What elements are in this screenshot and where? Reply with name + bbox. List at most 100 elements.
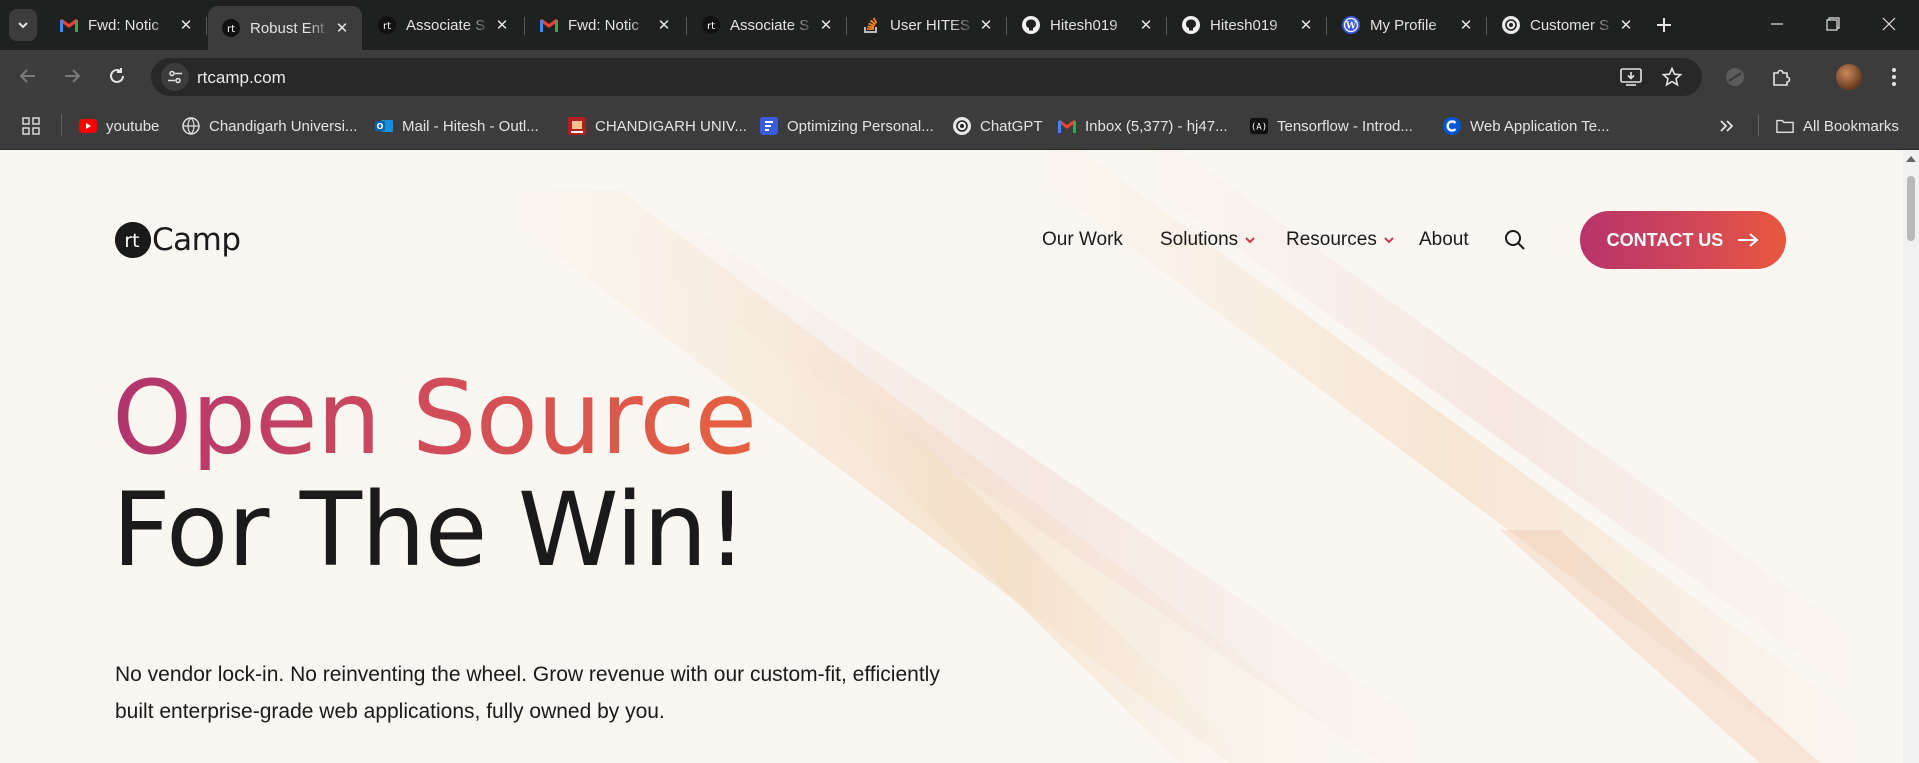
bookmark-item[interactable]: Chandigarh Universi... [182, 114, 357, 138]
close-tab-icon[interactable]: ✕ [654, 15, 674, 35]
globe-icon [182, 117, 200, 135]
extension-button[interactable] [1721, 63, 1749, 91]
nav-solutions[interactable]: Solutions [1160, 229, 1256, 251]
bookmark-label: CHANDIGARH UNIV... [595, 117, 747, 135]
scroll-thumb[interactable] [1907, 176, 1915, 241]
install-app-button[interactable] [1618, 65, 1644, 89]
back-button[interactable] [12, 60, 44, 92]
bookmark-item[interactable]: Web Application Te... [1443, 114, 1610, 138]
address-bar[interactable]: rtcamp.com [151, 58, 1702, 96]
svg-text:W: W [1345, 22, 1357, 32]
close-icon [1882, 17, 1896, 31]
browser-tab[interactable]: rt Associate S ✕ [688, 8, 846, 42]
bookmark-item[interactable]: (A) Tensorflow - Introd... [1250, 114, 1413, 138]
close-tab-icon[interactable]: ✕ [332, 18, 352, 38]
close-tab-icon[interactable]: ✕ [1136, 15, 1156, 35]
tab-title: Robust Ent [250, 19, 325, 37]
bookmark-label: Optimizing Personal... [787, 117, 934, 135]
site-search-button[interactable] [1503, 228, 1527, 252]
all-bookmarks-button[interactable]: All Bookmarks [1776, 114, 1899, 138]
close-tab-icon[interactable]: ✕ [976, 15, 996, 35]
tab-title: Associate S [406, 16, 486, 34]
bookmark-item[interactable]: youtube [79, 114, 159, 138]
browser-tab[interactable]: W My Profile ✕ [1328, 8, 1486, 42]
tab-divider [1486, 17, 1487, 35]
more-bookmarks-button[interactable] [1719, 114, 1735, 138]
browser-tab[interactable]: Hitesh019 ✕ [1008, 8, 1166, 42]
tab-title: My Profile [1370, 16, 1437, 34]
bookmark-item[interactable]: CHANDIGARH UNIV... [568, 114, 747, 138]
browser-tab-active[interactable]: rt Robust Ent ✕ [208, 6, 362, 50]
contact-us-label: CONTACT US [1606, 229, 1724, 250]
cu-icon [568, 117, 586, 135]
close-tab-icon[interactable]: ✕ [1296, 15, 1316, 35]
chevron-down-icon [1384, 237, 1394, 244]
close-tab-icon[interactable]: ✕ [176, 15, 196, 35]
extensions-button[interactable] [1767, 63, 1795, 91]
all-bookmarks-label: All Bookmarks [1803, 117, 1899, 135]
apps-button[interactable] [22, 114, 40, 138]
browser-tab[interactable]: Hitesh019 ✕ [1168, 8, 1326, 42]
close-tab-icon[interactable]: ✕ [1456, 15, 1476, 35]
reload-icon [110, 68, 124, 83]
tab-divider [1166, 17, 1167, 35]
logo-text: Camp [152, 222, 241, 258]
browser-tab[interactable]: rt Associate S ✕ [364, 8, 522, 42]
profile-avatar[interactable] [1836, 64, 1862, 90]
bookmark-label: Mail - Hitesh - Outl... [402, 117, 539, 135]
site-info-button[interactable] [161, 63, 189, 91]
hero-subtitle: No vendor lock-in. No reinventing the wh… [115, 656, 1015, 730]
minimize-icon [1771, 23, 1783, 25]
svg-text:rt: rt [227, 24, 235, 35]
tab-divider [846, 17, 847, 35]
bookmark-item[interactable]: O Mail - Hitesh - Outl... [375, 114, 539, 138]
chevron-down-icon [18, 22, 28, 29]
coursera-icon [1443, 117, 1461, 135]
browser-menu-button[interactable] [1880, 63, 1908, 91]
gmail-icon [540, 16, 558, 34]
restore-button[interactable] [1811, 8, 1855, 40]
tab-divider [206, 17, 207, 35]
nav-our-work[interactable]: Our Work [1042, 229, 1123, 251]
browser-tab[interactable]: User HITES ✕ [848, 8, 1006, 42]
svg-text:rt: rt [124, 230, 139, 252]
reload-button[interactable] [101, 60, 133, 92]
svg-text:(A): (A) [1251, 123, 1267, 133]
hero-heading-line1: Open Source [112, 359, 757, 478]
nav-about[interactable]: About [1419, 229, 1469, 251]
restore-icon [1826, 17, 1840, 31]
chatgpt-icon [1502, 16, 1520, 34]
logo-mark-icon: rt [115, 222, 151, 258]
nav-label: Our Work [1042, 229, 1123, 250]
browser-tab[interactable]: Customer S ✕ [1488, 8, 1646, 42]
tab-search-button[interactable] [9, 9, 37, 41]
close-tab-icon[interactable]: ✕ [1616, 15, 1636, 35]
chatgpt-icon [953, 117, 971, 135]
rtcamp-logo[interactable]: rt Camp [115, 220, 241, 260]
bookmarks-bar: youtube Chandigarh Universi... O Mail - … [0, 102, 1919, 150]
github-icon [1022, 16, 1040, 34]
page-scrollbar[interactable] [1903, 150, 1919, 763]
bookmark-star-button[interactable] [1659, 65, 1685, 89]
close-tab-icon[interactable]: ✕ [816, 15, 836, 35]
close-tab-icon[interactable]: ✕ [492, 15, 512, 35]
tab-divider [686, 17, 687, 35]
tune-icon [168, 70, 182, 84]
bookmark-label: Tensorflow - Introd... [1277, 117, 1413, 135]
nav-resources[interactable]: Resources [1286, 229, 1395, 251]
contact-us-button[interactable]: CONTACT US [1580, 211, 1786, 269]
close-window-button[interactable] [1867, 8, 1911, 40]
github-icon [1182, 16, 1200, 34]
tab-title: Hitesh019 [1210, 16, 1278, 34]
scroll-up-arrow-icon[interactable] [1906, 156, 1916, 162]
bookmark-item[interactable]: Inbox (5,377) - hj47... [1058, 114, 1228, 138]
bookmark-item[interactable]: ChatGPT [953, 114, 1043, 138]
new-tab-button[interactable] [1651, 12, 1677, 38]
bookmark-item[interactable]: Optimizing Personal... [760, 114, 934, 138]
minimize-button[interactable] [1755, 8, 1799, 40]
browser-tab[interactable]: Fwd: Notic ✕ [46, 8, 206, 42]
browser-tab[interactable]: Fwd: Notic ✕ [526, 8, 684, 42]
svg-text:rt: rt [707, 21, 715, 32]
forward-button[interactable] [56, 60, 88, 92]
bookmark-label: ChatGPT [980, 117, 1043, 135]
